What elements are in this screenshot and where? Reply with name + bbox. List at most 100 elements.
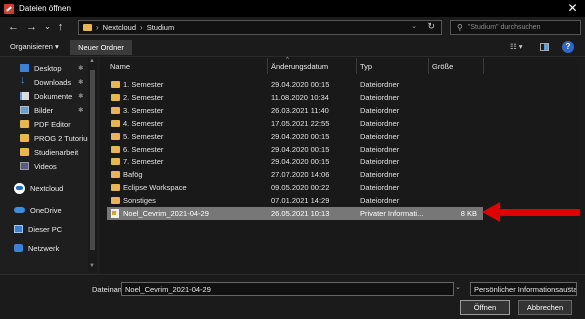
search-icon: ⚲ [457, 23, 463, 32]
file-type: Dateiordner [360, 144, 400, 154]
file-name: 6. Semester [123, 144, 164, 154]
title-bar: Dateien öffnen ✕ [0, 0, 585, 17]
folder-icon [20, 134, 29, 142]
file-type: Dateiordner [360, 157, 400, 167]
folder-icon [20, 120, 29, 128]
file-date: 09.05.2020 00:22 [271, 183, 330, 193]
folder-row[interactable]: 7. Semester 29.04.2020 00:15 Dateiordner [107, 155, 483, 168]
pin-icon: ✱ [78, 93, 84, 100]
file-name: 2. Semester [123, 92, 164, 102]
folder-row[interactable]: 6. Semester 29.04.2020 00:15 Dateiordner [107, 143, 483, 156]
column-date-header[interactable]: Änderungsdatum [271, 62, 328, 71]
file-type: Dateiordner [360, 92, 400, 102]
folder-row[interactable]: 3. Semester 26.03.2021 11:40 Dateiordner [107, 104, 483, 117]
column-divider[interactable] [267, 58, 268, 74]
new-folder-button[interactable]: Neuer Ordner [70, 40, 132, 55]
column-name-header[interactable]: Name [110, 62, 130, 71]
folder-row[interactable]: 4. Semester 17.05.2021 22:55 Dateiordner [107, 117, 483, 130]
preview-pane-icon[interactable] [540, 43, 549, 51]
onedrive-icon [14, 207, 25, 213]
folder-icon [111, 93, 120, 101]
folder-icon [111, 145, 120, 153]
scroll-up-icon[interactable]: ▲ [89, 58, 95, 64]
folder-icon [111, 81, 120, 88]
breadcrumb-nextcloud[interactable]: Nextcloud [103, 23, 136, 32]
breadcrumb-studium[interactable]: Studium [147, 23, 175, 32]
app-icon [4, 3, 14, 14]
column-divider[interactable] [428, 58, 429, 74]
folder-row[interactable]: Sonstiges 07.01.2021 14:29 Dateiordner [107, 194, 483, 207]
folder-icon [111, 106, 120, 114]
file-name: 7. Semester [123, 157, 164, 167]
folder-row[interactable]: 2. Semester 11.08.2020 10:34 Dateiordner [107, 91, 483, 104]
help-icon[interactable]: ? [562, 41, 574, 53]
window-title: Dateien öffnen [19, 4, 71, 13]
pictures-icon [20, 106, 29, 114]
file-date: 11.08.2020 10:34 [271, 92, 329, 102]
file-date: 26.03.2021 11:40 [271, 105, 329, 115]
folder-icon [83, 24, 92, 31]
scroll-down-icon[interactable]: ▼ [89, 263, 95, 269]
chevron-right-icon: › [96, 23, 99, 32]
file-date: 29.04.2020 00:15 [271, 157, 330, 167]
file-name: Noel_Cevrim_2021-04-29 [123, 209, 209, 218]
red-arrow-annotation [482, 202, 580, 222]
column-header-row: Name ^ Änderungsdatum Typ Größe [100, 57, 578, 74]
refresh-icon[interactable]: ↻ [427, 21, 435, 32]
view-options-button[interactable]: ☷ ▾ [510, 42, 523, 51]
file-date: 29.04.2020 00:15 [271, 131, 330, 141]
navigation-bar: ← → ⌄ ↑ › Nextcloud › Studium ⌄ ↻ ⚲ "Stu… [0, 17, 585, 38]
up-arrow-icon[interactable]: ↑ [54, 20, 67, 34]
chevron-down-icon[interactable]: ⌄ [566, 283, 572, 291]
filename-input[interactable]: Noel_Cevrim_2021-04-29 [121, 282, 454, 296]
pc-icon [14, 225, 23, 233]
file-name: 3. Semester [123, 105, 164, 115]
folder-row[interactable]: Eclipse Workspace 09.05.2020 00:22 Dateior… [107, 181, 483, 194]
folder-row[interactable]: Bafög 27.07.2020 14:06 Dateiordner [107, 168, 483, 181]
column-type-header[interactable]: Typ [360, 62, 372, 71]
file-size: 8 KB [460, 209, 477, 218]
pin-icon: ✱ [78, 107, 84, 114]
file-name: Sonstiges [123, 196, 156, 206]
close-icon[interactable]: ✕ [566, 2, 579, 15]
file-name: Bafög [123, 170, 143, 180]
folder-icon [111, 119, 120, 127]
chevron-down-icon[interactable]: ⌄ [411, 22, 417, 30]
download-icon [20, 74, 29, 86]
cancel-button[interactable]: Abbrechen [518, 300, 572, 315]
chevron-down-icon[interactable]: ⌄ [455, 283, 461, 291]
folder-icon [20, 148, 29, 156]
column-divider[interactable] [356, 58, 357, 74]
column-size-header[interactable]: Größe [432, 62, 453, 71]
navigation-pane: Desktop ✱ Downloads ✱ Dokumente ✱ Bilder… [0, 58, 97, 272]
address-bar[interactable]: › Nextcloud › Studium ⌄ ↻ [78, 20, 442, 35]
organize-button[interactable]: Organisieren ▾ [10, 42, 59, 51]
folder-row[interactable]: 5. Semester 29.04.2020 00:15 Dateiordner [107, 130, 483, 143]
documents-icon [20, 92, 29, 100]
file-type: Dateiordner [360, 118, 400, 128]
folder-row[interactable]: 1. Semester 29.04.2020 00:15 Dateiordner [107, 78, 483, 91]
network-icon [14, 244, 23, 252]
back-arrow-icon[interactable]: ← [7, 20, 20, 34]
pin-icon: ✱ [78, 65, 84, 72]
file-date: 26.05.2021 10:13 [271, 209, 330, 218]
forward-arrow-icon[interactable]: → [25, 20, 38, 34]
file-date: 17.05.2021 22:55 [271, 118, 330, 128]
toolbar: Organisieren ▾ Neuer Ordner ☷ ▾ ? [0, 38, 585, 57]
file-name: 1. Semester [123, 80, 164, 89]
search-input[interactable]: ⚲ "Studium" durchsuchen [450, 20, 581, 35]
open-button[interactable]: Öffnen [460, 300, 510, 315]
filetype-select[interactable]: Persönlicher Informationsausta [470, 282, 577, 296]
recent-locations-chevron-icon[interactable]: ⌄ [41, 20, 54, 34]
sidebar-scrollbar-thumb[interactable] [90, 70, 95, 250]
file-row[interactable]: Noel_Cevrim_2021-04-29 26.05.2021 10:13 Pr… [107, 207, 483, 220]
file-date: 29.04.2020 00:15 [271, 144, 330, 154]
file-type: Dateiordner [360, 131, 400, 141]
search-placeholder: "Studium" durchsuchen [467, 24, 541, 31]
column-divider[interactable] [483, 58, 484, 74]
file-list-scrollbar[interactable] [578, 58, 585, 272]
file-date: 29.04.2020 00:15 [271, 80, 330, 89]
file-name: Eclipse Workspace [123, 183, 187, 193]
folder-icon [111, 184, 120, 192]
file-type: Dateiordner [360, 170, 400, 180]
